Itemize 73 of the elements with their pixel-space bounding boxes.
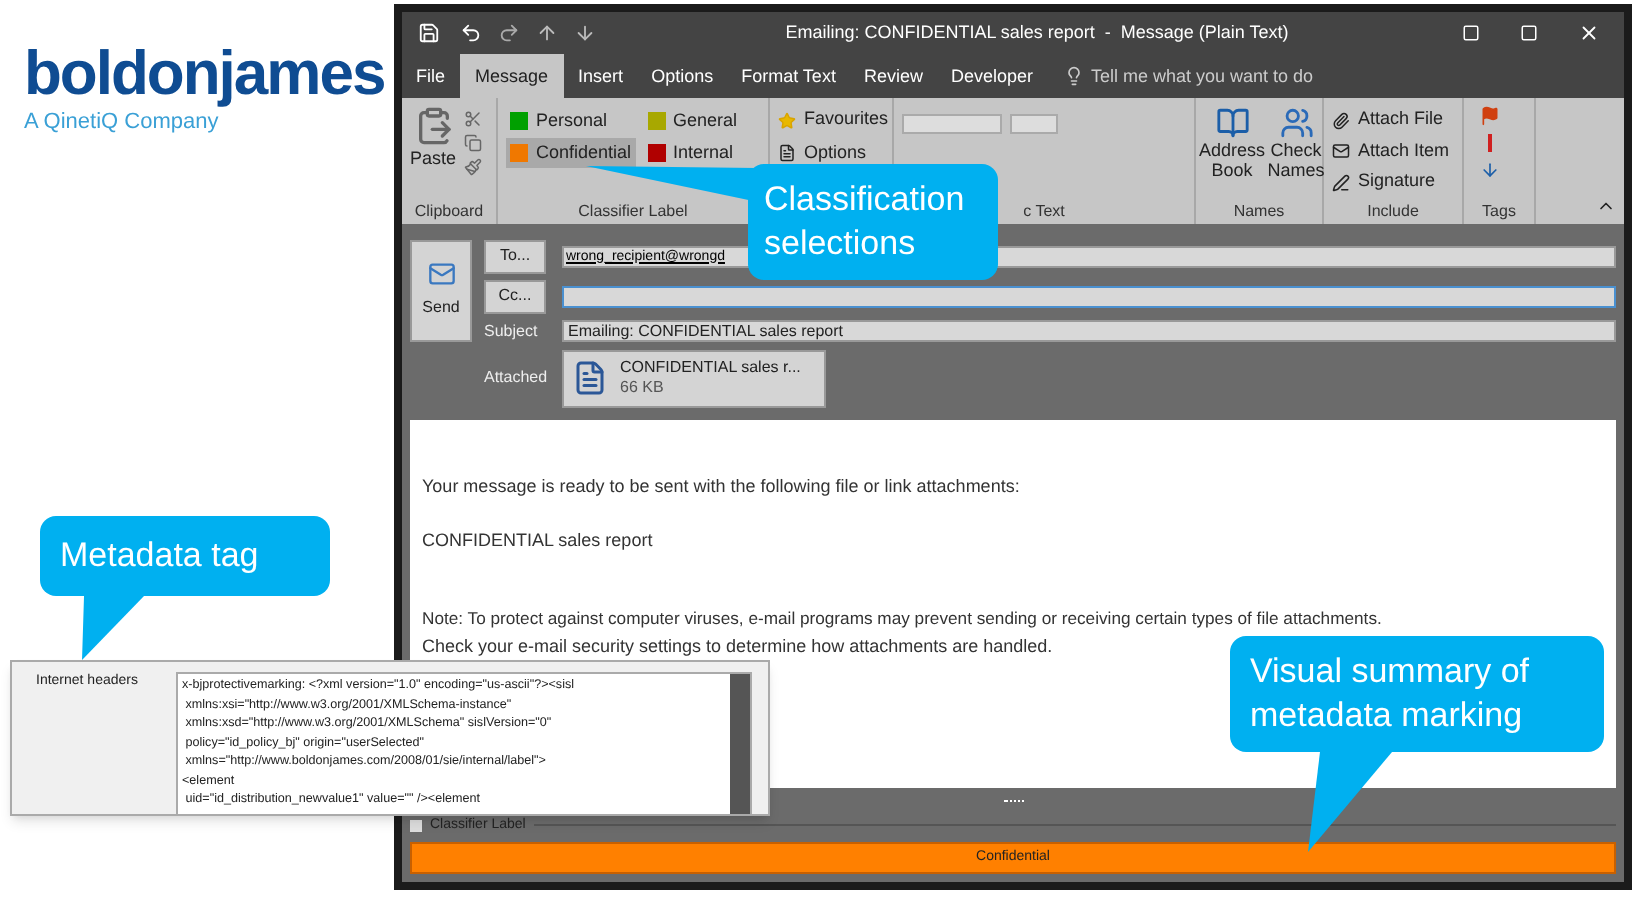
address-book-icon[interactable] xyxy=(1215,106,1249,141)
attachment-name: CONFIDENTIAL sales r... xyxy=(620,358,801,378)
group-label: Names xyxy=(1231,199,1287,223)
down-arrow-icon[interactable] xyxy=(574,22,596,45)
group-label: c Text xyxy=(1021,199,1067,223)
envelope-icon xyxy=(427,260,455,288)
include-menu[interactable]: Signature xyxy=(1358,168,1436,196)
to-button[interactable]: To... xyxy=(484,239,546,273)
scrollbar[interactable] xyxy=(730,674,750,814)
attachment-card[interactable]: CONFIDENTIAL sales r... 66 KB xyxy=(562,349,826,407)
font-name-field[interactable] xyxy=(902,114,1002,135)
include-menu[interactable]: Attach File xyxy=(1358,106,1444,134)
cut-icon[interactable] xyxy=(464,110,483,129)
ribbon-tab[interactable]: Options xyxy=(637,54,728,99)
ribbon-tab[interactable]: File xyxy=(402,54,460,99)
callout-tooltip: Classification selections xyxy=(748,164,998,280)
ribbon-tab[interactable]: Review xyxy=(849,54,937,99)
logo-wordmark: boldonjames xyxy=(24,40,387,108)
classifier-label-option[interactable]: Confidential xyxy=(506,138,636,169)
redo-icon[interactable] xyxy=(498,22,520,45)
maximize-icon[interactable] xyxy=(1520,24,1538,43)
flag-icon[interactable] xyxy=(1480,106,1500,127)
paperclip-icon xyxy=(1332,111,1350,130)
people-icon[interactable] xyxy=(1279,106,1313,141)
ribbon-tab[interactable]: Developer xyxy=(936,54,1047,99)
body-text: Note: To protect against computer viruses, e-mail programs may prevent sending or receiving certain types of file attachments. xyxy=(422,605,1384,631)
word-document-icon xyxy=(572,360,608,396)
ribbon-tab[interactable]: Message xyxy=(459,54,565,99)
up-arrow-icon[interactable] xyxy=(536,22,558,45)
classifier-label-option[interactable]: General xyxy=(643,106,742,137)
undo-icon[interactable] xyxy=(460,22,482,45)
group-label: Clipboard xyxy=(412,199,486,223)
star-icon xyxy=(778,111,796,130)
send-button[interactable]: Send xyxy=(410,239,472,341)
format-painter-icon[interactable] xyxy=(464,158,483,177)
classifier-label-option[interactable]: Internal xyxy=(643,138,742,169)
cc-field[interactable] xyxy=(562,285,1616,307)
font-size-field[interactable] xyxy=(1010,114,1058,135)
tell-me-search[interactable]: Tell me what you want to do xyxy=(1091,63,1314,91)
ribbon-tab[interactable]: Format Text xyxy=(727,54,850,99)
window-title: Emailing: CONFIDENTIAL sales report - Message (Plain Text) xyxy=(785,19,1289,46)
ribbon-tab[interactable]: Insert xyxy=(564,54,638,99)
classifier-label-option[interactable]: Personal xyxy=(506,106,636,137)
importance-low-icon[interactable] xyxy=(1480,160,1500,181)
restore-icon[interactable] xyxy=(1462,24,1480,43)
options-menu[interactable]: Options xyxy=(804,139,867,167)
copy-icon[interactable] xyxy=(464,134,483,153)
signature-icon xyxy=(1332,173,1350,192)
logo-tagline: A QinetiQ Company xyxy=(24,108,221,136)
body-text: Your message is ready to be sent with the following file or link attachments: xyxy=(422,473,1022,499)
favourites-menu[interactable]: Favourites xyxy=(804,106,889,134)
document-icon xyxy=(778,144,796,163)
attachment-size: 66 KB xyxy=(620,378,666,398)
attached-label: Attached xyxy=(484,366,546,390)
paste-icon[interactable] xyxy=(413,106,453,147)
include-menu[interactable]: Attach Item xyxy=(1358,137,1450,165)
group-label: Tags xyxy=(1480,199,1518,223)
close-icon[interactable] xyxy=(1578,22,1600,45)
paste-button[interactable]: Paste xyxy=(410,146,457,174)
headers-text-area[interactable] xyxy=(176,672,752,816)
envelope-icon xyxy=(1332,142,1350,161)
save-icon[interactable] xyxy=(418,22,440,45)
body-text: Check your e-mail security settings to determine how attachments are handled. xyxy=(422,633,1055,659)
address-book-button[interactable]: Address Book xyxy=(1198,140,1266,181)
check-names-button[interactable]: Check Names xyxy=(1267,140,1325,181)
cc-button[interactable]: Cc... xyxy=(484,279,546,313)
subject-label: Subject xyxy=(484,319,540,343)
splitter-handle[interactable] xyxy=(1003,799,1023,803)
body-text: CONFIDENTIAL sales report xyxy=(422,527,655,553)
group-label: Include xyxy=(1365,199,1421,223)
group-label: Classifier Label xyxy=(576,199,690,223)
lightbulb-icon xyxy=(1063,66,1083,87)
subject-field[interactable]: Emailing: CONFIDENTIAL sales report xyxy=(562,320,1616,342)
